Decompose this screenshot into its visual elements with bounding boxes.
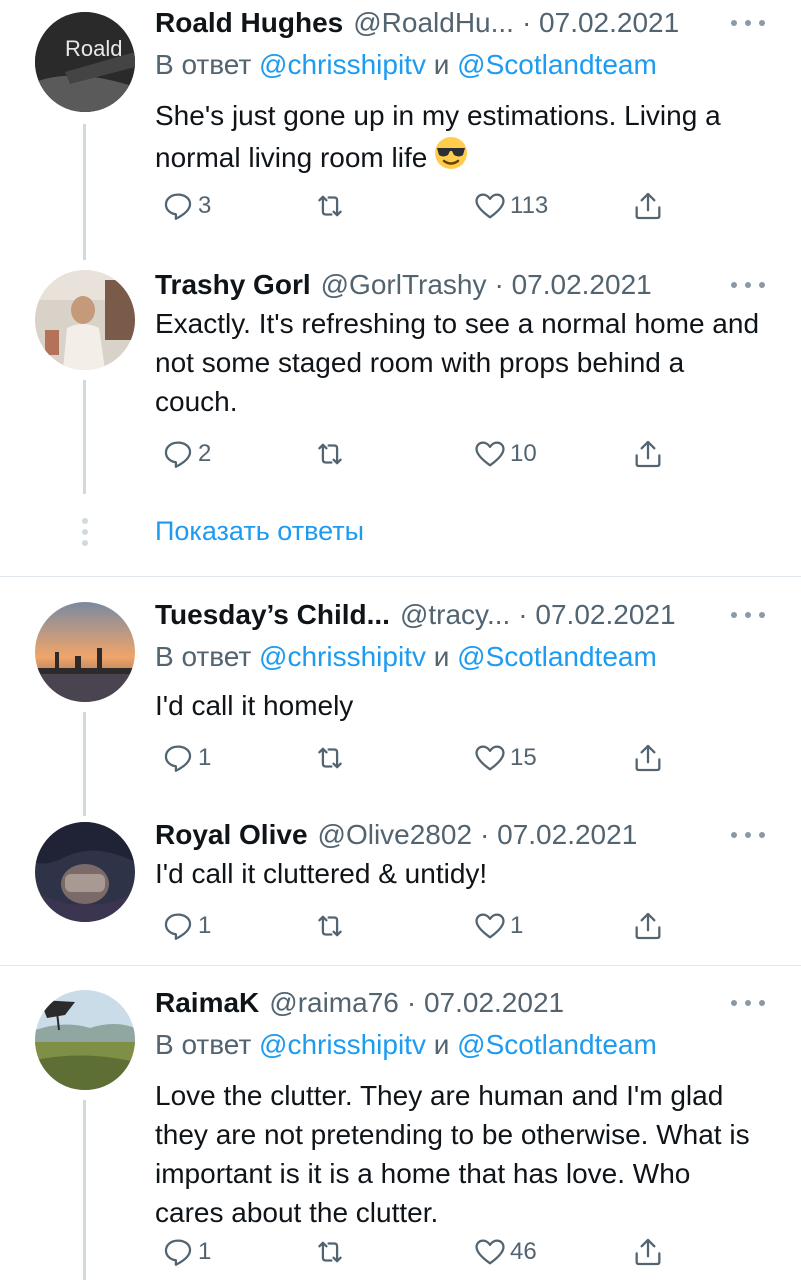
retweet-button[interactable] — [313, 184, 350, 228]
author-handle[interactable]: @raima76 — [269, 987, 399, 1019]
reply-button[interactable]: 1 — [161, 736, 211, 780]
retweet-icon — [318, 195, 342, 217]
reply-count: 3 — [198, 192, 212, 219]
tweet-date[interactable]: · 07.02.2021 — [522, 7, 679, 39]
divider — [0, 965, 801, 966]
reply-icon — [164, 745, 192, 772]
avatar[interactable] — [35, 602, 135, 702]
more-icon[interactable] — [731, 820, 765, 850]
avatar[interactable] — [35, 270, 135, 370]
tweet-text: I'd call it cluttered & untidy! — [155, 858, 488, 889]
tweet-date[interactable]: · 07.02.2021 — [407, 987, 564, 1019]
mention-link[interactable]: @chrisshipitv — [259, 1029, 426, 1060]
avatar[interactable] — [35, 990, 135, 1090]
author-name[interactable]: Royal Olive — [155, 819, 308, 851]
like-button[interactable]: 113 — [473, 184, 548, 228]
mention-link[interactable]: @Scotlandteam — [457, 49, 657, 80]
reply-button[interactable]: 1 — [161, 904, 211, 948]
share-button[interactable] — [631, 1230, 665, 1274]
author-name[interactable]: Roald Hughes — [155, 7, 343, 39]
replying-to: В ответ @chrisshipitv и @Scotlandteam — [155, 1029, 657, 1060]
retweet-button[interactable] — [313, 904, 350, 948]
more-icon[interactable] — [731, 270, 765, 300]
author-name[interactable]: Tuesday’s Child... — [155, 599, 390, 631]
reply-count: 1 — [198, 912, 212, 939]
more-icon[interactable] — [731, 600, 765, 630]
svg-text:Roald: Roald — [65, 36, 122, 61]
avatar[interactable] — [35, 822, 135, 922]
retweet-icon — [318, 443, 342, 465]
share-icon — [635, 192, 661, 220]
like-count: 10 — [510, 440, 537, 467]
reply-icon — [164, 913, 192, 940]
more-icon[interactable] — [731, 988, 765, 1018]
tweet-date[interactable]: · 07.02.2021 — [518, 599, 675, 631]
thread-line — [83, 380, 86, 494]
retweet-icon — [318, 747, 342, 769]
author-handle[interactable]: @Olive2802 — [318, 819, 473, 851]
reply-count: 2 — [198, 440, 212, 467]
reply-icon — [164, 441, 192, 468]
author-name[interactable]: RaimaK — [155, 987, 259, 1019]
like-count: 15 — [510, 744, 537, 771]
like-icon — [475, 745, 505, 771]
tweet-text: Exactly. It's refreshing to see a normal… — [155, 308, 760, 417]
like-icon — [475, 441, 505, 467]
reply-icon — [164, 193, 192, 220]
reply-button[interactable]: 2 — [161, 432, 211, 476]
like-count: 46 — [510, 1238, 537, 1265]
reply-button[interactable]: 1 — [161, 1230, 211, 1274]
mention-link[interactable]: @Scotlandteam — [457, 1029, 657, 1060]
like-button[interactable]: 46 — [473, 1230, 537, 1274]
retweet-button[interactable] — [313, 1230, 350, 1274]
replying-to: В ответ @chrisshipitv и @Scotlandteam — [155, 641, 657, 672]
author-handle[interactable]: @tracy... — [400, 599, 510, 631]
tweet-text: I'd call it homely — [155, 690, 354, 721]
like-button[interactable]: 1 — [473, 904, 523, 948]
share-button[interactable] — [631, 904, 665, 948]
retweet-button[interactable] — [313, 432, 350, 476]
thread-line — [83, 1100, 86, 1280]
smiling-face-with-sunglasses-icon — [433, 135, 469, 181]
retweet-icon — [318, 915, 342, 937]
tweet-date[interactable]: · 07.02.2021 — [494, 269, 651, 301]
like-count: 113 — [510, 192, 549, 219]
replying-to: В ответ @chrisshipitv и @Scotlandteam — [155, 49, 657, 80]
tweet-date[interactable]: · 07.02.2021 — [480, 819, 637, 851]
tweet-text: She's just gone up in my estimations. Li… — [155, 96, 761, 181]
share-icon — [635, 744, 661, 772]
reply-count: 1 — [198, 744, 212, 771]
retweet-icon — [318, 1241, 342, 1263]
share-icon — [635, 440, 661, 468]
share-button[interactable] — [631, 736, 665, 780]
share-button[interactable] — [631, 184, 665, 228]
author-handle[interactable]: @RoaldHu... — [353, 7, 514, 39]
reply-count: 1 — [198, 1238, 212, 1265]
more-replies-dots-icon — [82, 518, 88, 548]
like-icon — [475, 193, 505, 219]
mention-link[interactable]: @Scotlandteam — [457, 641, 657, 672]
retweet-button[interactable] — [313, 736, 350, 780]
reply-icon — [164, 1239, 192, 1266]
share-button[interactable] — [631, 432, 665, 476]
divider — [0, 576, 801, 577]
like-icon — [475, 913, 505, 939]
share-icon — [635, 1238, 661, 1266]
mention-link[interactable]: @chrisshipitv — [259, 49, 426, 80]
like-count: 1 — [510, 912, 524, 939]
share-icon — [635, 912, 661, 940]
thread-line — [83, 712, 86, 816]
author-name[interactable]: Trashy Gorl — [155, 269, 311, 301]
like-button[interactable]: 15 — [473, 736, 537, 780]
like-icon — [475, 1239, 505, 1265]
mention-link[interactable]: @chrisshipitv — [259, 641, 426, 672]
like-button[interactable]: 10 — [473, 432, 537, 476]
more-icon[interactable] — [731, 8, 765, 38]
avatar[interactable]: Roald — [35, 12, 135, 112]
show-replies-link[interactable]: Показать ответы — [155, 516, 364, 547]
tweet-text: Love the clutter. They are human and I'm… — [155, 1080, 750, 1228]
thread-line — [83, 124, 86, 260]
author-handle[interactable]: @GorlTrashy — [321, 269, 487, 301]
reply-button[interactable]: 3 — [161, 184, 211, 228]
